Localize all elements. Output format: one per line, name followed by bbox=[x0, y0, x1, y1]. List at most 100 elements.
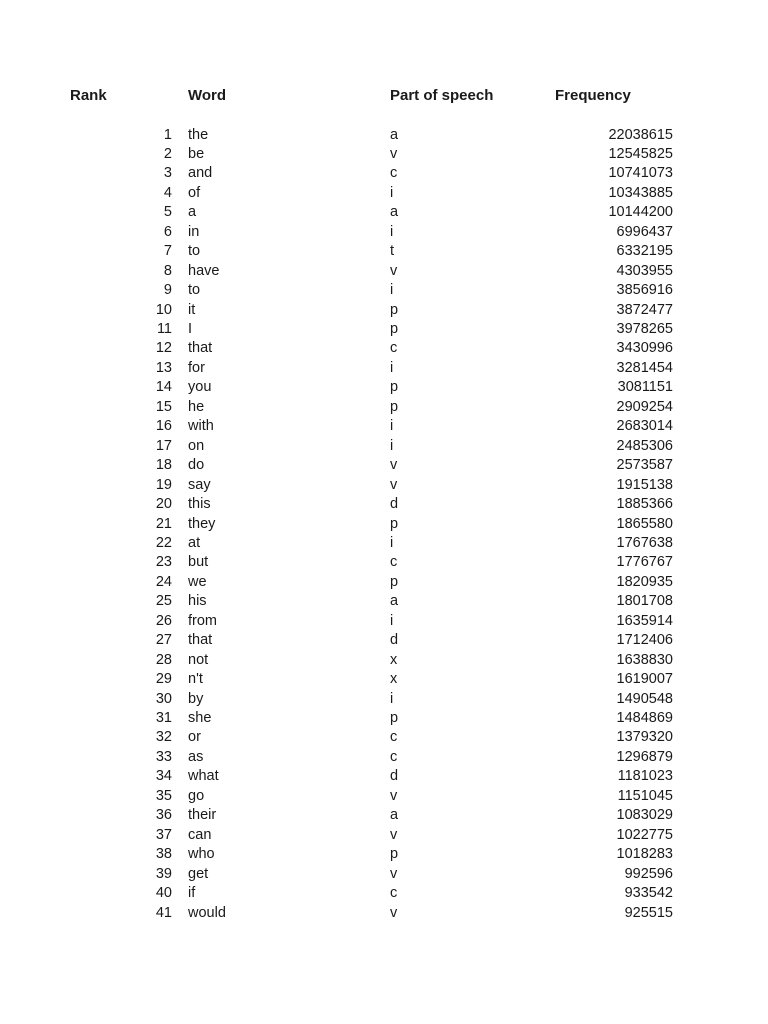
table-row: 14 you p 3081151 bbox=[0, 378, 768, 397]
rank-cell: 11 bbox=[156, 321, 172, 337]
rank-cell: 34 bbox=[155, 768, 172, 785]
rank-cell: 8 bbox=[163, 262, 172, 279]
word-cell: she bbox=[188, 710, 212, 726]
frequency-cell: 1379320 bbox=[616, 729, 673, 746]
word-cell: that bbox=[188, 632, 213, 649]
table-row: 8 have v 4303955 bbox=[0, 262, 768, 281]
word-cell: or bbox=[188, 729, 201, 746]
part-of-speech-cell: d bbox=[390, 496, 399, 513]
table-row: 35 go v 1151045 bbox=[0, 787, 768, 806]
table-row: 34 what d 1181023 bbox=[0, 767, 768, 786]
part-of-speech-cell: x bbox=[390, 651, 398, 668]
header-word: Word bbox=[188, 87, 227, 104]
table-row: 15 he p 2909254 bbox=[0, 398, 768, 417]
table-row: 33 as c 1296879 bbox=[0, 748, 768, 767]
word-cell: from bbox=[188, 612, 217, 629]
word-cell: would bbox=[188, 904, 226, 921]
rank-cell: 17 bbox=[155, 437, 172, 454]
word-cell: on bbox=[188, 437, 205, 454]
table-row: 28 not x 1638830 bbox=[0, 651, 768, 670]
rank-cell: 15 bbox=[155, 398, 172, 415]
word-cell: in bbox=[188, 223, 200, 240]
part-of-speech-cell: c bbox=[390, 729, 398, 746]
word-cell: do bbox=[188, 457, 205, 474]
part-of-speech-cell: c bbox=[390, 340, 398, 357]
frequency-cell: 2909254 bbox=[616, 398, 673, 415]
part-of-speech-cell: a bbox=[390, 807, 399, 824]
word-cell: be bbox=[188, 145, 205, 162]
table-row: 1 the a 22038615 bbox=[0, 126, 768, 145]
word-cell: that bbox=[188, 340, 213, 357]
word-cell: it bbox=[188, 301, 196, 318]
word-cell: his bbox=[188, 593, 207, 610]
rank-cell: 1 bbox=[163, 126, 172, 143]
table-row: 38 who p 1018283 bbox=[0, 845, 768, 864]
rank-cell: 31 bbox=[155, 710, 172, 726]
frequency-cell: 12545825 bbox=[608, 145, 673, 162]
table-row: 27 that d 1712406 bbox=[0, 631, 768, 650]
rank-cell: 36 bbox=[155, 807, 172, 824]
frequency-cell: 1296879 bbox=[616, 748, 673, 765]
word-cell: of bbox=[188, 184, 201, 201]
part-of-speech-cell: i bbox=[390, 612, 394, 629]
frequency-cell: 10144200 bbox=[608, 204, 673, 221]
table-row: 10 it p 3872477 bbox=[0, 301, 768, 320]
rank-cell: 27 bbox=[155, 632, 172, 649]
rank-cell: 40 bbox=[155, 885, 172, 902]
rank-cell: 20 bbox=[155, 496, 172, 513]
frequency-cell: 933542 bbox=[624, 885, 673, 902]
part-of-speech-cell: p bbox=[390, 321, 399, 337]
rank-cell: 2 bbox=[163, 145, 172, 162]
frequency-cell: 1083029 bbox=[616, 807, 673, 824]
word-cell: if bbox=[188, 885, 196, 902]
table-row: 2 be v 12545825 bbox=[0, 145, 768, 164]
word-cell: have bbox=[188, 262, 220, 279]
frequency-cell: 1181023 bbox=[617, 768, 673, 785]
part-of-speech-cell: a bbox=[390, 593, 399, 610]
part-of-speech-cell: t bbox=[390, 243, 395, 260]
part-of-speech-cell: v bbox=[390, 145, 398, 162]
table-row: 21 they p 1865580 bbox=[0, 515, 768, 534]
part-of-speech-cell: i bbox=[390, 223, 394, 240]
word-cell: you bbox=[188, 379, 212, 396]
frequency-cell: 1635914 bbox=[616, 612, 673, 629]
word-cell: what bbox=[188, 768, 219, 785]
table-row: 19 say v 1915138 bbox=[0, 476, 768, 495]
word-cell: to bbox=[188, 243, 201, 260]
frequency-cell: 1915138 bbox=[616, 476, 673, 493]
table-row: 6 in i 6996437 bbox=[0, 223, 768, 242]
word-cell: can bbox=[188, 826, 212, 843]
word-cell: with bbox=[188, 418, 214, 435]
table-row: 36 their a 1083029 bbox=[0, 806, 768, 825]
frequency-cell: 4303955 bbox=[616, 262, 673, 279]
table-row: 32 or c 1379320 bbox=[0, 728, 768, 747]
table-row: 29 n't x 1619007 bbox=[0, 670, 768, 689]
word-cell: to bbox=[188, 282, 201, 299]
word-cell: say bbox=[188, 476, 211, 493]
rank-cell: 30 bbox=[155, 690, 172, 707]
part-of-speech-cell: i bbox=[390, 690, 394, 707]
rank-cell: 6 bbox=[163, 223, 172, 240]
table-row: 23 but c 1776767 bbox=[0, 553, 768, 572]
part-of-speech-cell: d bbox=[390, 768, 399, 785]
rank-cell: 12 bbox=[155, 340, 172, 357]
table-row: 7 to t 6332195 bbox=[0, 242, 768, 261]
part-of-speech-cell: i bbox=[390, 359, 394, 376]
frequency-cell: 3081151 bbox=[617, 379, 673, 396]
part-of-speech-cell: v bbox=[390, 457, 398, 474]
word-cell: by bbox=[188, 690, 204, 707]
word-cell: n't bbox=[188, 671, 203, 688]
frequency-cell: 1490548 bbox=[616, 690, 673, 707]
frequency-cell: 2485306 bbox=[616, 437, 673, 454]
rank-cell: 23 bbox=[155, 554, 172, 571]
rank-cell: 16 bbox=[155, 418, 172, 435]
word-cell: their bbox=[188, 807, 217, 824]
rank-cell: 5 bbox=[163, 204, 172, 221]
frequency-cell: 1776767 bbox=[616, 554, 673, 571]
frequency-cell: 3978265 bbox=[616, 321, 673, 337]
frequency-cell: 3856916 bbox=[616, 282, 673, 299]
frequency-cell: 1885366 bbox=[616, 496, 673, 513]
word-cell: for bbox=[188, 359, 205, 376]
part-of-speech-cell: p bbox=[390, 573, 399, 590]
frequency-cell: 10741073 bbox=[608, 165, 673, 182]
